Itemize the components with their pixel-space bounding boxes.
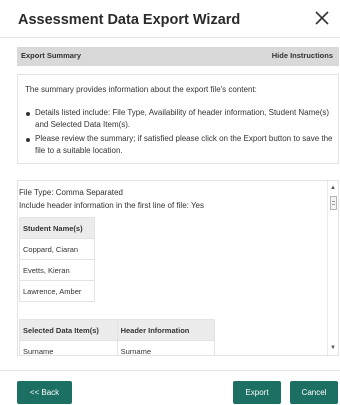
- instruction-item: Details listed include: File Type, Avail…: [25, 107, 333, 131]
- instructions-intro: The summary provides information about t…: [25, 85, 257, 94]
- section-title: Export Summary: [21, 51, 82, 60]
- summary-scrollbar[interactable]: ▲ ▼: [327, 181, 338, 355]
- footer-divider: [0, 370, 340, 371]
- student-name: Lawrence, Amber: [19, 280, 95, 302]
- instruction-item: Please review the summary; if satisfied …: [25, 133, 333, 157]
- file-type-text: File Type: Comma Separated: [19, 188, 123, 197]
- title-divider: [0, 37, 340, 38]
- summary-content: File Type: Comma Separated Include heade…: [19, 187, 329, 355]
- table-row: Evetts, Kieran: [19, 259, 95, 281]
- scroll-thumb[interactable]: [330, 196, 337, 210]
- student-name: Evetts, Kieran: [19, 259, 95, 281]
- student-name: Coppard, Ciaran: [19, 238, 95, 260]
- header-info-text: Include header information in the first …: [19, 201, 204, 210]
- header-info-column-header: Header Information: [116, 319, 216, 341]
- data-item-cell: Surname: [19, 340, 118, 355]
- instructions-list: Details listed include: File Type, Avail…: [25, 107, 333, 159]
- data-item-column-header: Selected Data Item(s): [19, 319, 118, 341]
- table-row: Lawrence, Amber: [19, 280, 95, 302]
- dialog-title: Assessment Data Export Wizard: [18, 12, 241, 28]
- export-button[interactable]: Export: [233, 381, 281, 404]
- student-names-header: Student Name(s): [19, 217, 95, 239]
- table-row: Coppard, Ciaran: [19, 238, 95, 260]
- scroll-up-icon[interactable]: ▲: [330, 185, 336, 191]
- cancel-button[interactable]: Cancel: [290, 381, 338, 404]
- data-items-table: Selected Data Item(s) Header Information…: [19, 319, 216, 355]
- export-summary-bar: Export Summary Hide Instructions: [17, 47, 339, 66]
- table-row: Surname Surname: [19, 340, 216, 355]
- instructions-panel: The summary provides information about t…: [17, 74, 339, 164]
- student-names-table: Student Name(s) Coppard, Ciaran Evetts, …: [19, 217, 95, 302]
- export-wizard-dialog: Assessment Data Export Wizard Export Sum…: [0, 0, 340, 405]
- close-icon[interactable]: [310, 6, 334, 30]
- back-button[interactable]: << Back: [17, 381, 72, 404]
- hide-instructions-link[interactable]: Hide Instructions: [272, 51, 333, 60]
- scroll-down-icon[interactable]: ▼: [330, 345, 336, 351]
- header-info-cell: Surname: [116, 340, 216, 355]
- summary-panel[interactable]: File Type: Comma Separated Include heade…: [17, 180, 339, 356]
